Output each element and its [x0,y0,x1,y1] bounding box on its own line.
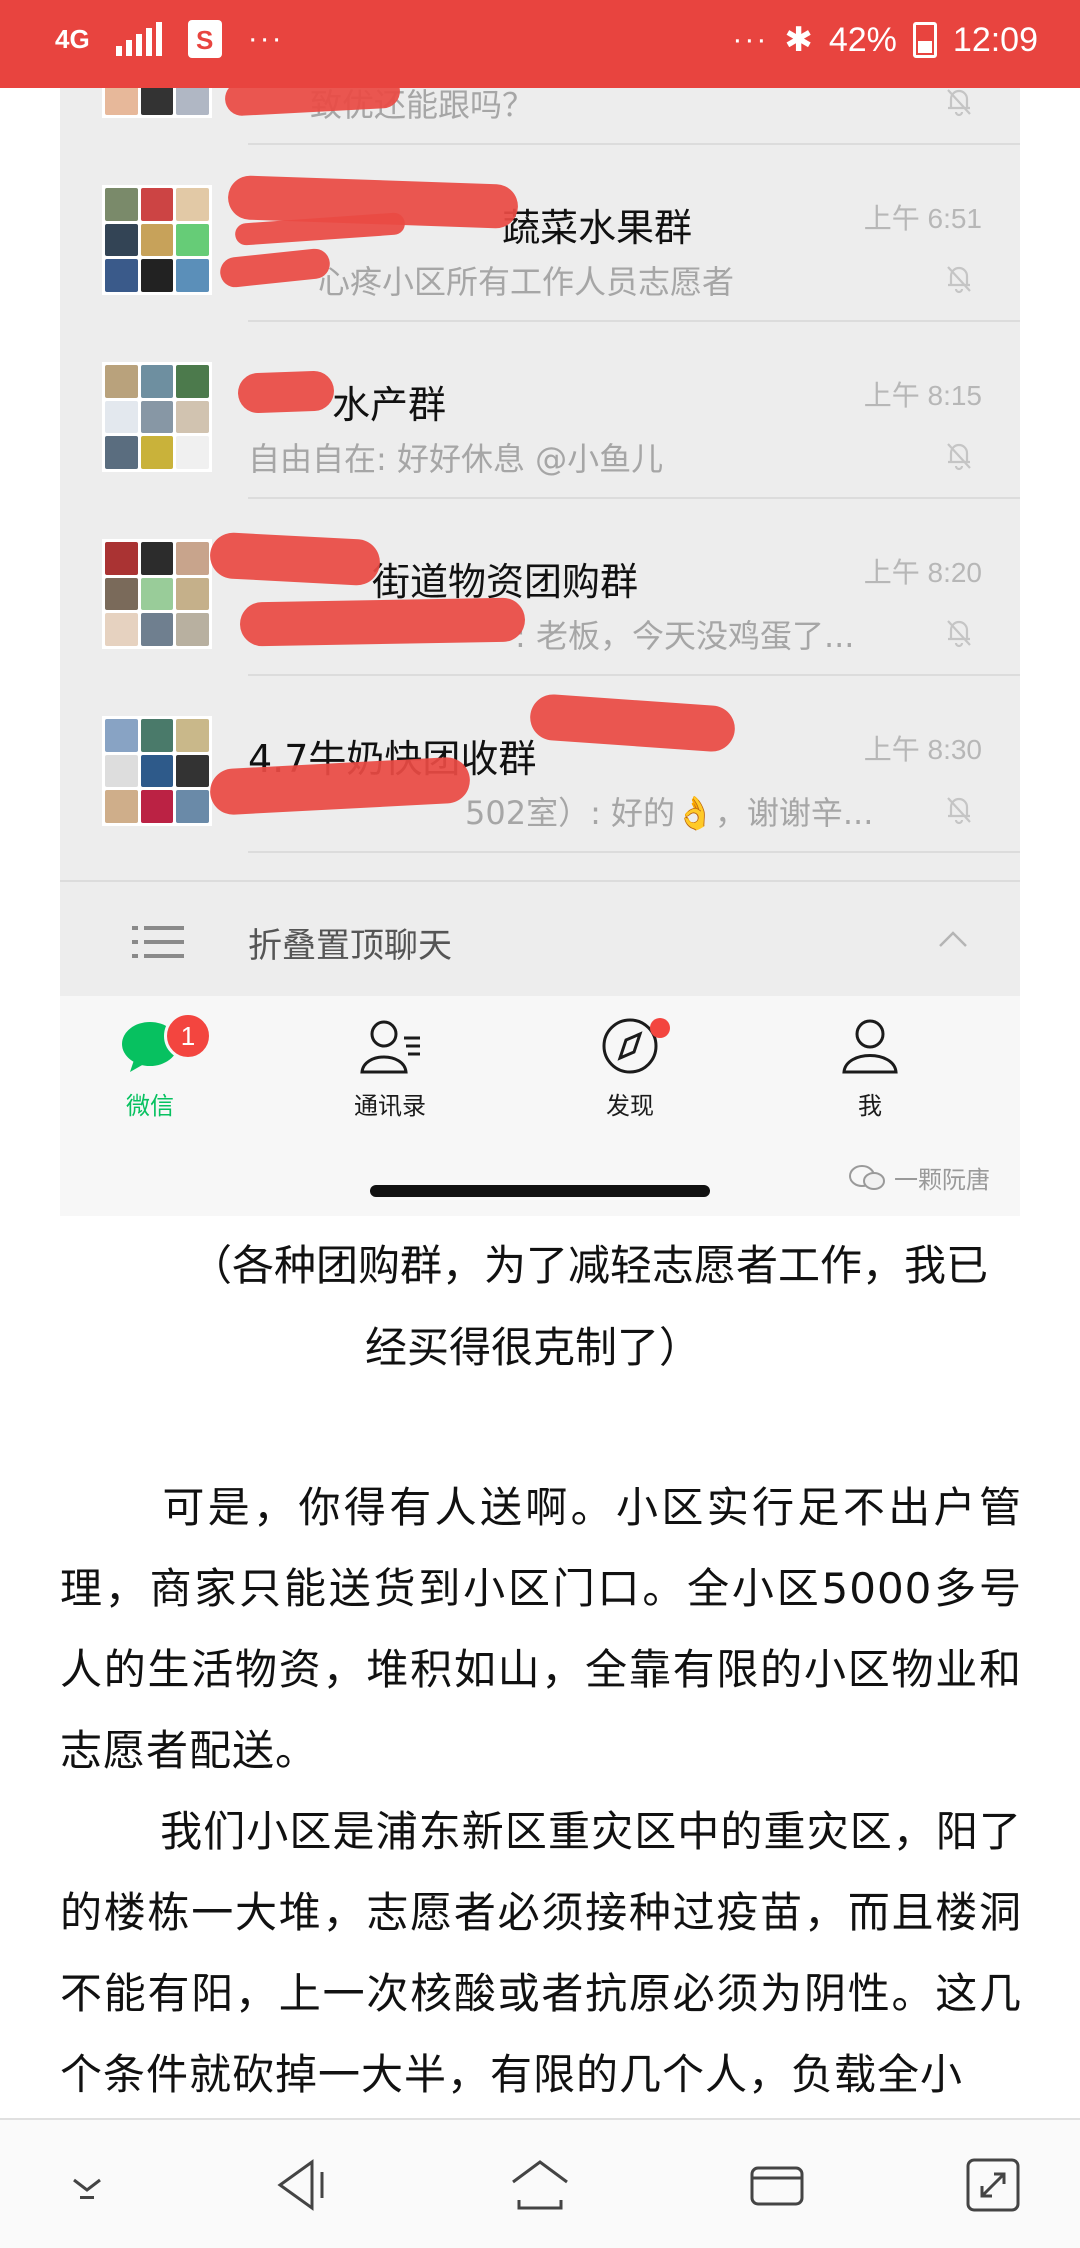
mute-bell-icon [947,443,971,471]
caption-line: 经买得很克制了） [365,1323,702,1372]
caption-line: （各种团购群，为了减轻志愿者工作，我已 [190,1241,989,1290]
tab-label: 微信 [126,1092,174,1120]
chat-time: 上午 6:51 [863,203,982,234]
person-icon [842,1019,898,1074]
chat-message: 502室）: 好的👌，谢谢辛... [465,794,874,832]
chevron-down-icon [73,2178,101,2199]
tabs-icon [750,2166,804,2206]
mute-bell-icon [947,620,971,648]
chat-item-partial[interactable]: 致优还能跟吗？ [60,88,1020,145]
tab-label: 通讯录 [354,1092,426,1120]
divider [248,851,1020,853]
back-button[interactable] [268,2150,338,2220]
group-avatar [102,539,212,649]
wechat-screenshot: 致优还能跟吗？ 蔬菜水果群 心疼小区所有工作人员志愿者 上午 6:51 水产群 … [60,88,1020,1216]
group-avatar [102,88,212,118]
chat-time: 上午 8:15 [863,380,982,411]
paragraph-text: 可是，你得有人送啊。小区实行足不出户管理，商家只能送货到小区门口。全小区5000… [60,1483,1022,1775]
chat-message: 心疼小区所有工作人员志愿者 [318,263,735,301]
collapse-button[interactable] [52,2150,122,2220]
clock: 12:09 [952,20,1038,59]
redaction-scribble [239,597,526,647]
contacts-icon [360,1020,420,1074]
chevron-up-icon[interactable] [936,922,970,956]
chat-item[interactable]: 街道物资团购群 : 老板，今天没鸡蛋了... 上午 8:20 [60,499,1020,676]
chat-time: 上午 8:20 [863,557,982,588]
expand-icon [966,2158,1020,2212]
group-avatar [102,716,212,826]
mute-bell-icon [947,797,971,825]
group-avatar [102,362,212,472]
status-bar: 4G S ··· ··· ✱ 42% 12:09 [0,0,1080,88]
chat-name: 水产群 [332,383,447,427]
battery-percentage: 42% [828,20,897,59]
more-notifications-icon: ··· [247,22,284,55]
browser-nav-bar [0,2118,1080,2248]
home-button[interactable] [505,2150,575,2220]
expand-button[interactable] [958,2150,1028,2220]
tab-contacts[interactable]: 通讯录 [300,1016,480,1121]
chat-time: 上午 8:30 [863,734,982,765]
chat-message: 自由自在: 好好休息 @小鱼儿 [248,440,664,478]
new-dot-badge [650,1018,670,1038]
battery-icon [912,22,937,58]
unread-badge: 1 [164,1012,212,1060]
home-icon [512,2160,568,2210]
chat-message: : 老板，今天没鸡蛋了... [515,617,855,655]
wechat-logo-icon [849,1164,885,1190]
home-indicator [370,1185,710,1197]
fold-label: 折叠置顶聊天 [248,926,452,966]
chat-item[interactable]: 蔬菜水果群 心疼小区所有工作人员志愿者 上午 6:51 [60,145,1020,322]
chat-name: 蔬菜水果群 [502,206,693,250]
tab-me[interactable]: 我 [780,1016,960,1121]
bluetooth-icon: ✱ [784,21,813,59]
list-icon [132,926,184,958]
back-triangle-icon [277,2159,324,2211]
article-paragraph: 可是，你得有人送啊。小区实行足不出户管理，商家只能送货到小区门口。全小区5000… [60,1467,1022,1791]
image-caption: （各种团购群，为了减轻志愿者工作，我已 经买得很克制了） [190,1225,1030,1389]
chat-item[interactable]: 水产群 自由自在: 好好休息 @小鱼儿 上午 8:15 [60,322,1020,499]
mute-bell-icon [947,89,971,117]
more-status-icon: ··· [732,23,769,56]
redaction-scribble [237,370,335,414]
article-paragraph: 我们小区是浦东新区重灾区中的重灾区，阳了的楼栋一大堆，志愿者必须接种过疫苗，而且… [60,1791,1022,2115]
group-avatar [102,185,212,295]
fold-pinned-chats[interactable]: 折叠置顶聊天 [60,880,1020,998]
tab-wechat[interactable]: 1 微信 [60,1012,240,1121]
tab-label: 我 [858,1092,882,1120]
tab-discover[interactable]: 发现 [540,1016,720,1121]
signal-icon [115,22,162,56]
mute-bell-icon [947,266,971,294]
shopee-notification-icon: S [187,20,222,58]
network-type: 4G [55,24,90,54]
paragraph-text: 我们小区是浦东新区重灾区中的重灾区，阳了的楼栋一大堆，志愿者必须接种过疫苗，而且… [60,1807,1022,2099]
tab-label: 发现 [606,1092,654,1120]
tabs-button[interactable] [742,2150,812,2220]
watermark-text: 一颗阮唐 [894,1166,990,1194]
watermark: 一颗阮唐 [848,1160,990,1195]
redaction-scribble [208,531,382,587]
